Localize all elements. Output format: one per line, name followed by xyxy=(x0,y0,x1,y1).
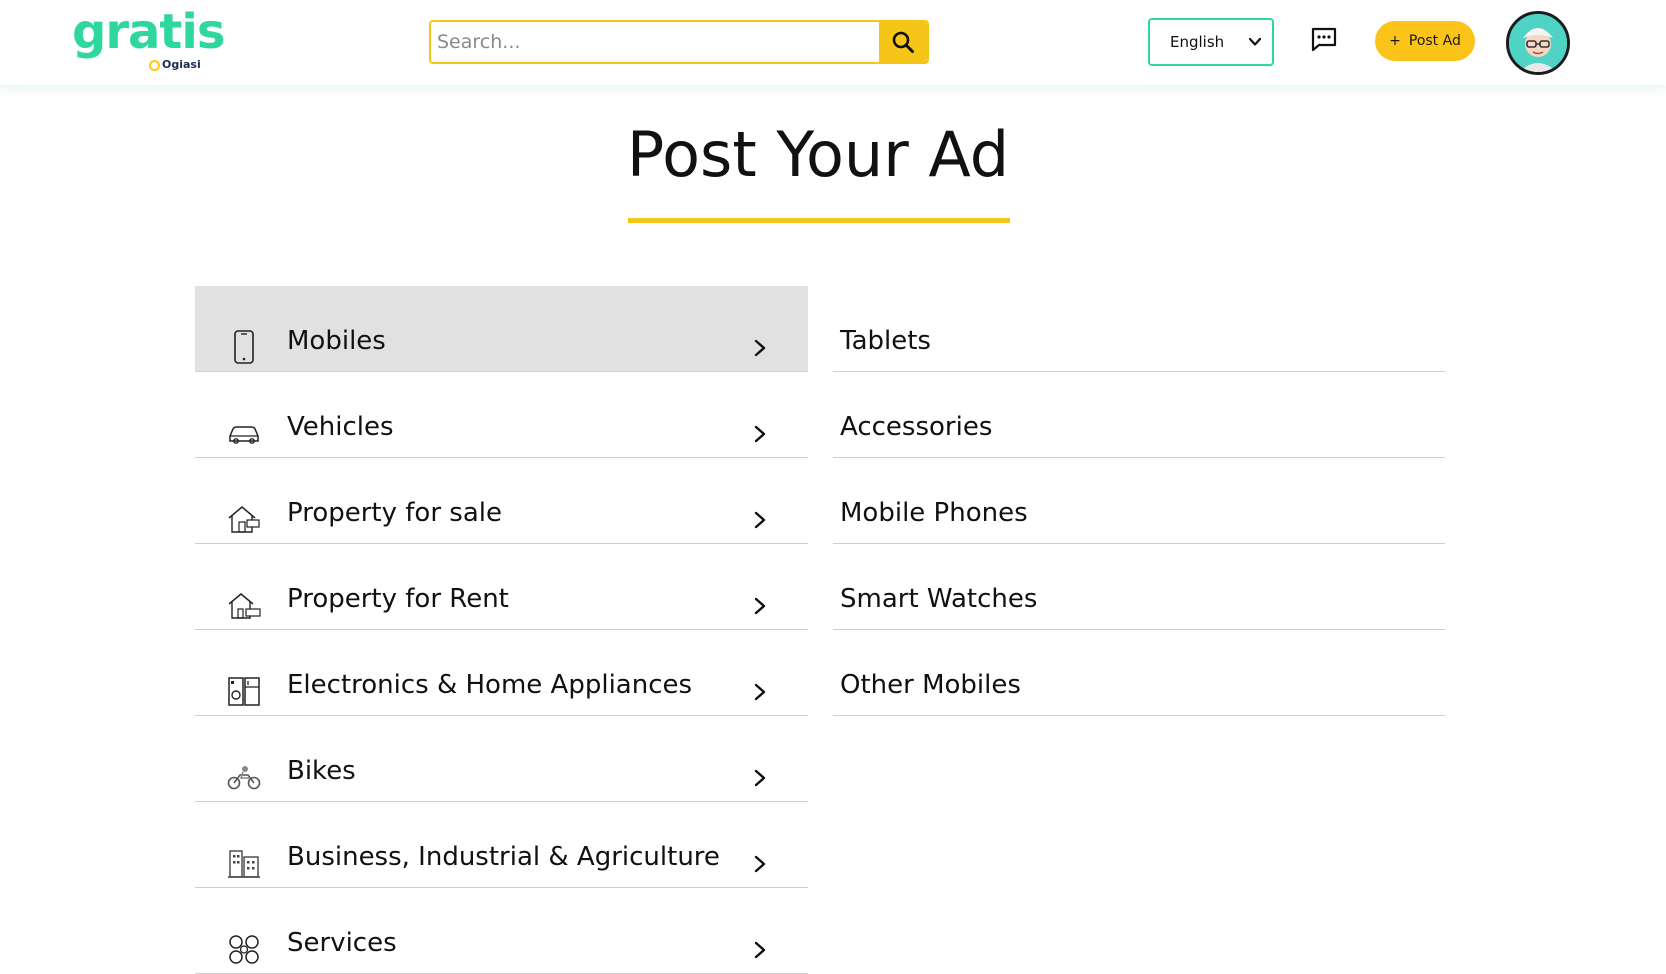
subcategory-label: Smart Watches xyxy=(840,584,1038,614)
category-label: Property for sale xyxy=(287,498,502,528)
category-label: Mobiles xyxy=(287,326,386,356)
category-label: Bikes xyxy=(287,756,356,786)
chevron-right-icon xyxy=(754,339,766,357)
category-list: Mobiles Vehicles Property for sale Prope… xyxy=(195,286,808,974)
title-underline xyxy=(628,218,1010,223)
post-ad-label: Post Ad xyxy=(1408,33,1461,49)
category-item-property-for-sale[interactable]: Property for sale xyxy=(195,458,808,544)
appliances-icon xyxy=(227,674,261,708)
chevron-right-icon xyxy=(754,769,766,787)
subcategory-item-other-mobiles[interactable]: Other Mobiles xyxy=(833,630,1445,716)
gratis-logo[interactable]: gratis Ogiasi xyxy=(72,4,225,76)
logo-subtext: Ogiasi xyxy=(162,58,201,71)
page-title: Post Your Ad xyxy=(626,118,1010,191)
category-item-bikes[interactable]: Bikes xyxy=(195,716,808,802)
chevron-right-icon xyxy=(754,683,766,701)
chevron-down-icon xyxy=(1248,37,1262,46)
chevron-right-icon xyxy=(754,425,766,443)
search-bar xyxy=(429,20,929,64)
subcategory-item-accessories[interactable]: Accessories xyxy=(833,372,1445,458)
subcategory-item-mobile-phones[interactable]: Mobile Phones xyxy=(833,458,1445,544)
chat-icon[interactable] xyxy=(1310,27,1338,53)
user-avatar[interactable] xyxy=(1506,11,1570,75)
mobile-icon xyxy=(227,330,261,364)
category-item-electronics[interactable]: Electronics & Home Appliances xyxy=(195,630,808,716)
car-icon xyxy=(227,416,261,450)
subcategory-label: Mobile Phones xyxy=(840,498,1028,528)
chevron-right-icon xyxy=(754,597,766,615)
category-label: Business, Industrial & Agriculture xyxy=(287,842,720,872)
search-button[interactable] xyxy=(879,22,927,62)
category-item-services[interactable]: Services xyxy=(195,888,808,974)
category-label: Vehicles xyxy=(287,412,394,442)
top-header: gratis Ogiasi English + Post Ad xyxy=(0,0,1666,85)
category-item-property-for-rent[interactable]: Property for Rent xyxy=(195,544,808,630)
bike-icon xyxy=(227,760,261,794)
subcategory-item-tablets[interactable]: Tablets xyxy=(833,286,1445,372)
post-ad-button[interactable]: + Post Ad xyxy=(1375,21,1475,61)
subcategory-label: Tablets xyxy=(840,326,931,356)
search-input[interactable] xyxy=(431,22,879,62)
logo-ring-icon xyxy=(149,60,160,71)
language-value: English xyxy=(1170,33,1225,51)
avatar-icon xyxy=(1509,14,1567,72)
plus-icon: + xyxy=(1389,33,1401,49)
category-item-mobiles[interactable]: Mobiles xyxy=(195,286,808,372)
logo-wordmark: gratis xyxy=(72,4,225,60)
subcategory-list: Tablets Accessories Mobile Phones Smart … xyxy=(833,286,1445,716)
category-item-business[interactable]: Business, Industrial & Agriculture xyxy=(195,802,808,888)
subcategory-item-smart-watches[interactable]: Smart Watches xyxy=(833,544,1445,630)
category-item-vehicles[interactable]: Vehicles xyxy=(195,372,808,458)
language-select[interactable]: English xyxy=(1148,18,1274,66)
chevron-right-icon xyxy=(754,941,766,959)
subcategory-label: Other Mobiles xyxy=(840,670,1021,700)
house-rent-icon xyxy=(227,588,261,622)
services-icon xyxy=(227,932,261,966)
building-icon xyxy=(227,846,261,880)
category-label: Services xyxy=(287,928,397,958)
category-label: Property for Rent xyxy=(287,584,509,614)
chevron-right-icon xyxy=(754,511,766,529)
category-label: Electronics & Home Appliances xyxy=(287,670,693,700)
chevron-right-icon xyxy=(754,855,766,873)
search-icon xyxy=(892,31,914,53)
subcategory-label: Accessories xyxy=(840,412,993,442)
house-sale-icon xyxy=(227,502,261,536)
